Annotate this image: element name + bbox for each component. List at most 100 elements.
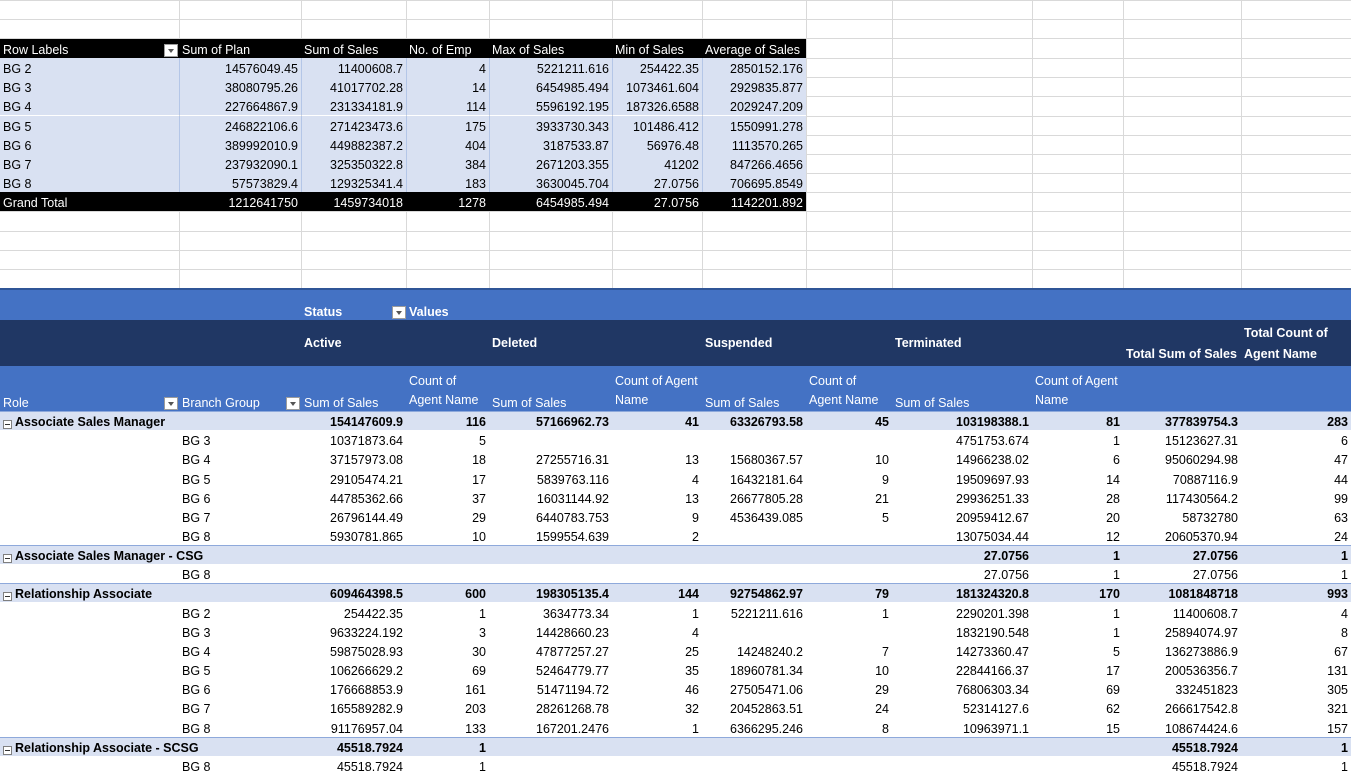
filter-dropdown-icon[interactable] bbox=[286, 397, 300, 410]
role-label[interactable]: Relationship Associate - SCSG bbox=[0, 737, 301, 756]
branch-group-label: BG 5 bbox=[182, 472, 211, 487]
pivot1-data-row-cell: 27.0756 bbox=[653, 177, 699, 191]
branch-row: BG 2 254422.35 1 3634773.34 1 5221211.616 1 229… bbox=[0, 603, 1351, 622]
branch-row: BG 7 26796144.49 29 6440783.753 9 4536439.085… bbox=[0, 507, 1351, 526]
value-cell: 198305135.4 bbox=[536, 587, 609, 602]
collapse-icon[interactable] bbox=[3, 592, 12, 602]
pivot1-column-header: Average of Sales bbox=[702, 39, 806, 58]
value-cell: 161 bbox=[465, 683, 486, 698]
value-cell bbox=[301, 564, 406, 583]
filter-dropdown-icon[interactable] bbox=[164, 397, 178, 410]
pivot1-data-row: BG 6 389992010.9 449882387.2 404 3187533.87 5… bbox=[0, 135, 806, 154]
pivot1-data-row: BG 8 57573829.4 129325341.4 183 3630045.704 2… bbox=[0, 173, 806, 192]
value-cell bbox=[702, 564, 806, 583]
collapse-icon[interactable] bbox=[3, 420, 12, 430]
value-cell: 63326793.58 bbox=[730, 415, 803, 430]
pivot1-data-row-cell: 271423473.6 bbox=[330, 120, 403, 134]
pivot2-status-names-row: Active Deleted Suspended Terminated Total Su… bbox=[0, 320, 1351, 366]
value-cell: 1 bbox=[1341, 568, 1348, 583]
role-label[interactable]: Relationship Associate bbox=[0, 583, 301, 602]
branch-group-label: BG 8 bbox=[182, 721, 211, 736]
role-label[interactable]: Associate Sales Manager - CSG bbox=[0, 545, 301, 564]
branch-group-label: BG 6 bbox=[182, 683, 211, 698]
cell-divider bbox=[489, 58, 490, 77]
cell-divider bbox=[406, 58, 407, 77]
branch-group-label: BG 3 bbox=[182, 625, 211, 640]
filter-dropdown-icon[interactable] bbox=[164, 44, 178, 57]
value-cell: 45518.7924 bbox=[336, 759, 403, 774]
value-cell: 254422.35 bbox=[343, 606, 403, 621]
count-of-agent-header: Count of Agent Name bbox=[615, 374, 698, 407]
value-cell bbox=[1032, 737, 1123, 756]
value-cell: 9633224.192 bbox=[330, 625, 403, 640]
total-sum-header: Total Sum of Sales bbox=[1126, 347, 1237, 361]
pivot1-data-row-cell: 2929835.877 bbox=[730, 81, 803, 95]
branch-group-label: BG 7 bbox=[182, 510, 211, 525]
value-cell: 106266629.2 bbox=[330, 664, 403, 679]
collapse-icon[interactable] bbox=[3, 745, 12, 755]
value-cell: 117430564.2 bbox=[1165, 491, 1238, 506]
value-cell: 45 bbox=[875, 415, 889, 430]
cell-divider bbox=[489, 173, 490, 192]
grid-line bbox=[0, 0, 1351, 1]
cell-divider bbox=[406, 116, 407, 135]
role-label[interactable]: Associate Sales Manager bbox=[0, 411, 301, 430]
collapse-icon[interactable] bbox=[3, 554, 12, 564]
cell-divider bbox=[612, 77, 613, 96]
pivot1-data-row-cell: 1073461.604 bbox=[626, 81, 699, 95]
value-cell bbox=[489, 430, 612, 449]
value-cell: 13075034.44 bbox=[956, 530, 1029, 545]
pivot1-data-row-cell: 187326.6588 bbox=[626, 100, 699, 114]
cell-divider bbox=[179, 116, 180, 135]
grid-line bbox=[0, 19, 1351, 20]
value-cell: 20605370.94 bbox=[1165, 530, 1238, 545]
value-cell bbox=[489, 545, 612, 564]
sum-of-sales-header: Sum of Sales bbox=[304, 396, 379, 410]
row-labels-label: Row Labels bbox=[3, 43, 69, 57]
value-cell: 25 bbox=[685, 644, 699, 659]
value-cell: 10 bbox=[875, 453, 889, 468]
value-cell bbox=[702, 430, 806, 449]
pivot1-data-row-cell: 231334181.9 bbox=[330, 100, 403, 114]
value-cell: 377839754.3 bbox=[1165, 415, 1238, 430]
value-cell: 170 bbox=[1099, 587, 1120, 602]
value-cell: 1 bbox=[1113, 625, 1120, 640]
branch-row: BG 3 10371873.64 5 4751753.674 1 15123627.31 6 bbox=[0, 430, 1351, 449]
value-cell: 29936251.33 bbox=[956, 491, 1029, 506]
value-cell: 52314127.6 bbox=[962, 702, 1029, 717]
value-cell: 321 bbox=[1327, 702, 1348, 717]
value-cell: 15 bbox=[1106, 721, 1120, 736]
role-header[interactable]: Role bbox=[0, 366, 179, 411]
pivot1-data-row-cell: 5221211.616 bbox=[536, 62, 609, 76]
value-cell: 30 bbox=[472, 644, 486, 659]
value-cell: 10371873.64 bbox=[330, 434, 403, 449]
value-cell: 27505471.06 bbox=[730, 683, 803, 698]
cell-divider bbox=[406, 135, 407, 154]
value-cell: 37 bbox=[472, 491, 486, 506]
value-cell: 103198388.1 bbox=[956, 415, 1029, 430]
cell-divider bbox=[179, 154, 180, 173]
branch-group-label: BG 7 bbox=[182, 702, 211, 717]
value-cell bbox=[702, 622, 806, 641]
value-cell: 332451823 bbox=[1175, 683, 1238, 698]
value-cell: 69 bbox=[472, 664, 486, 679]
value-cell: 79 bbox=[875, 587, 889, 602]
pivot1-column-header: Max of Sales bbox=[489, 39, 612, 58]
role-name: Associate Sales Manager bbox=[15, 415, 166, 430]
value-cell: 51471194.72 bbox=[536, 683, 609, 698]
branch-group-header[interactable]: Branch Group bbox=[179, 366, 301, 411]
pivot1-data-row-cell: 246822106.6 bbox=[225, 120, 298, 134]
value-cell: 1 bbox=[479, 606, 486, 621]
cell-divider bbox=[489, 77, 490, 96]
status-filter[interactable]: Status bbox=[301, 288, 409, 320]
row-labels-header[interactable]: Row Labels bbox=[0, 39, 179, 58]
pivot1-data-row: BG 4 227664867.9 231334181.9 114 5596192.195… bbox=[0, 96, 806, 115]
branch-row: BG 8 5930781.865 10 1599554.639 2 13075034.44… bbox=[0, 526, 1351, 545]
filter-dropdown-icon[interactable] bbox=[392, 306, 406, 319]
value-cell bbox=[702, 756, 806, 775]
value-cell: 3634773.34 bbox=[542, 606, 609, 621]
value-cell bbox=[612, 430, 702, 449]
pivot1-data-row-cell: 57573829.4 bbox=[231, 177, 298, 191]
spreadsheet-sheet: Row Labels Sum of Plan Sum of Sales No. of … bbox=[0, 0, 1351, 777]
value-cell: 131 bbox=[1327, 664, 1348, 679]
